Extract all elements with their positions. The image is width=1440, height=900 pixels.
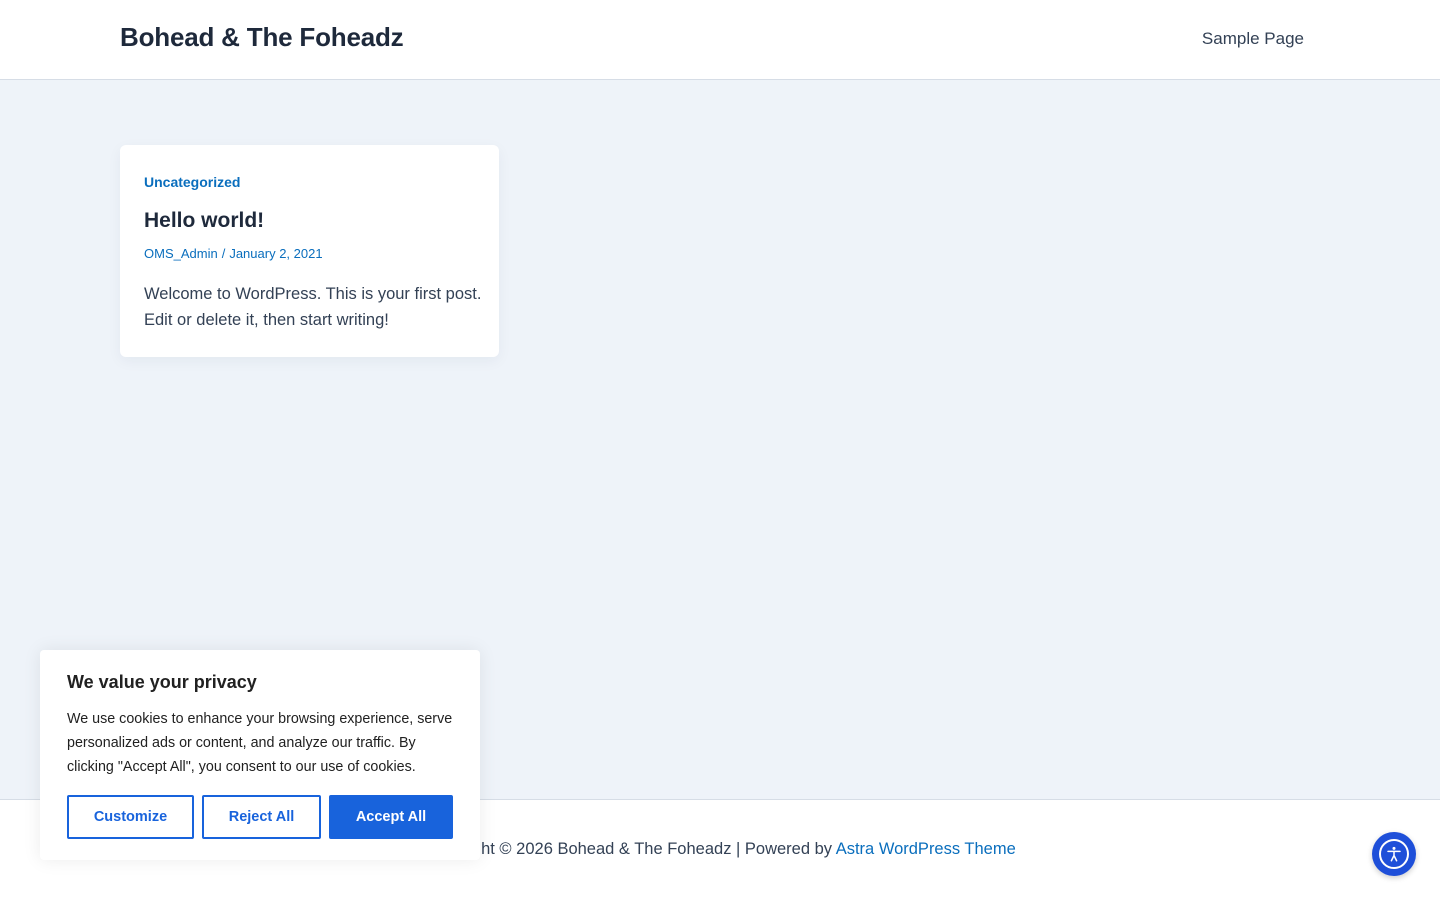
nav-item-sample-page[interactable]: Sample Page — [1202, 29, 1304, 49]
accept-all-button[interactable]: Accept All — [329, 795, 453, 839]
cookie-consent-banner: We value your privacy We use cookies to … — [40, 650, 480, 860]
post-title-link[interactable]: Hello world! — [144, 209, 264, 233]
reject-all-button[interactable]: Reject All — [202, 795, 321, 839]
post-card: Uncategorized Hello world! OMS_Admin / Jan… — [120, 145, 499, 357]
copyright-text: Copyright © 2026 Bohead & The Foheadz | … — [424, 840, 836, 858]
cookie-banner-text: We use cookies to enhance your browsing … — [67, 711, 453, 775]
post-date-link[interactable]: January 2, 2021 — [229, 246, 322, 261]
post-category-link[interactable]: Uncategorized — [144, 174, 240, 190]
accessibility-icon — [1379, 839, 1409, 869]
post-excerpt: Welcome to WordPress. This is your first… — [144, 285, 482, 329]
customize-button[interactable]: Customize — [67, 795, 194, 839]
accessibility-button[interactable] — [1372, 832, 1416, 876]
post-meta: OMS_Admin / January 2, 2021 — [144, 246, 323, 261]
meta-separator: / — [221, 246, 226, 261]
post-author-link[interactable]: OMS_Admin — [144, 246, 218, 261]
cookie-banner-title: We value your privacy — [67, 672, 257, 692]
site-title-link[interactable]: Bohead & The Foheadz — [120, 22, 404, 53]
theme-link[interactable]: Astra WordPress Theme — [836, 840, 1016, 858]
site-header: Bohead & The Foheadz Sample Page — [0, 0, 1440, 80]
